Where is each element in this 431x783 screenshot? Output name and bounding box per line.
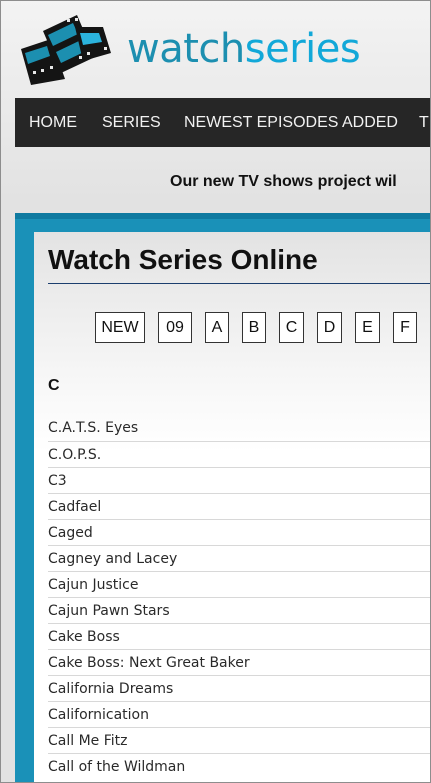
announcement-banner: Our new TV shows project wil: [170, 173, 397, 190]
nav-item-home[interactable]: HOME: [29, 98, 77, 147]
letter-button-b[interactable]: B: [242, 312, 266, 343]
show-link[interactable]: C3: [48, 467, 430, 493]
title-divider: [48, 283, 430, 284]
show-link[interactable]: Cajun Justice: [48, 571, 430, 597]
show-link[interactable]: C.O.P.S.: [48, 441, 430, 467]
show-link[interactable]: Cajun Pawn Stars: [48, 597, 430, 623]
letter-button-d[interactable]: D: [317, 312, 342, 343]
show-link[interactable]: Call Me Fitz: [48, 727, 430, 753]
main-nav: HOME SERIES NEWEST EPISODES ADDED T: [15, 98, 430, 147]
show-link[interactable]: C.A.T.S. Eyes: [48, 415, 430, 441]
film-reel-logo-icon[interactable]: [17, 9, 113, 85]
content-panel: Watch Series Online NEW 09 A B C D E F C…: [34, 232, 430, 782]
letter-button-new[interactable]: NEW: [95, 312, 145, 343]
brand-part-2: series: [244, 26, 361, 72]
show-link[interactable]: Cake Boss: [48, 623, 430, 649]
content-border-top: [15, 213, 430, 219]
brand-part-1: watch: [127, 26, 245, 72]
letter-button-f[interactable]: F: [393, 312, 417, 343]
show-link[interactable]: Californication: [48, 701, 430, 727]
show-link[interactable]: Cadfael: [48, 493, 430, 519]
letter-button-e[interactable]: E: [355, 312, 380, 343]
letter-button-c[interactable]: C: [279, 312, 304, 343]
show-link[interactable]: Cake Boss: Next Great Baker: [48, 649, 430, 675]
nav-item-newest-episodes[interactable]: NEWEST EPISODES ADDED: [184, 98, 398, 147]
show-link[interactable]: California Dreams: [48, 675, 430, 701]
page-title: Watch Series Online: [48, 244, 318, 275]
show-link[interactable]: Call of the Wildman: [48, 753, 430, 779]
nav-item-truncated[interactable]: T: [419, 98, 429, 147]
show-link[interactable]: Caged: [48, 519, 430, 545]
nav-item-series[interactable]: SERIES: [102, 98, 161, 147]
show-list: C.A.T.S. Eyes C.O.P.S. C3 Cadfael Caged …: [48, 415, 430, 779]
show-link[interactable]: Cagney and Lacey: [48, 545, 430, 571]
letter-button-a[interactable]: A: [205, 312, 229, 343]
brand-wordmark[interactable]: watchseries: [127, 22, 361, 76]
letter-button-09[interactable]: 09: [158, 312, 192, 343]
page-frame: watchseries HOME SERIES NEWEST EPISODES …: [0, 0, 431, 783]
section-heading: C: [48, 377, 60, 394]
content-border: Watch Series Online NEW 09 A B C D E F C…: [15, 213, 430, 782]
